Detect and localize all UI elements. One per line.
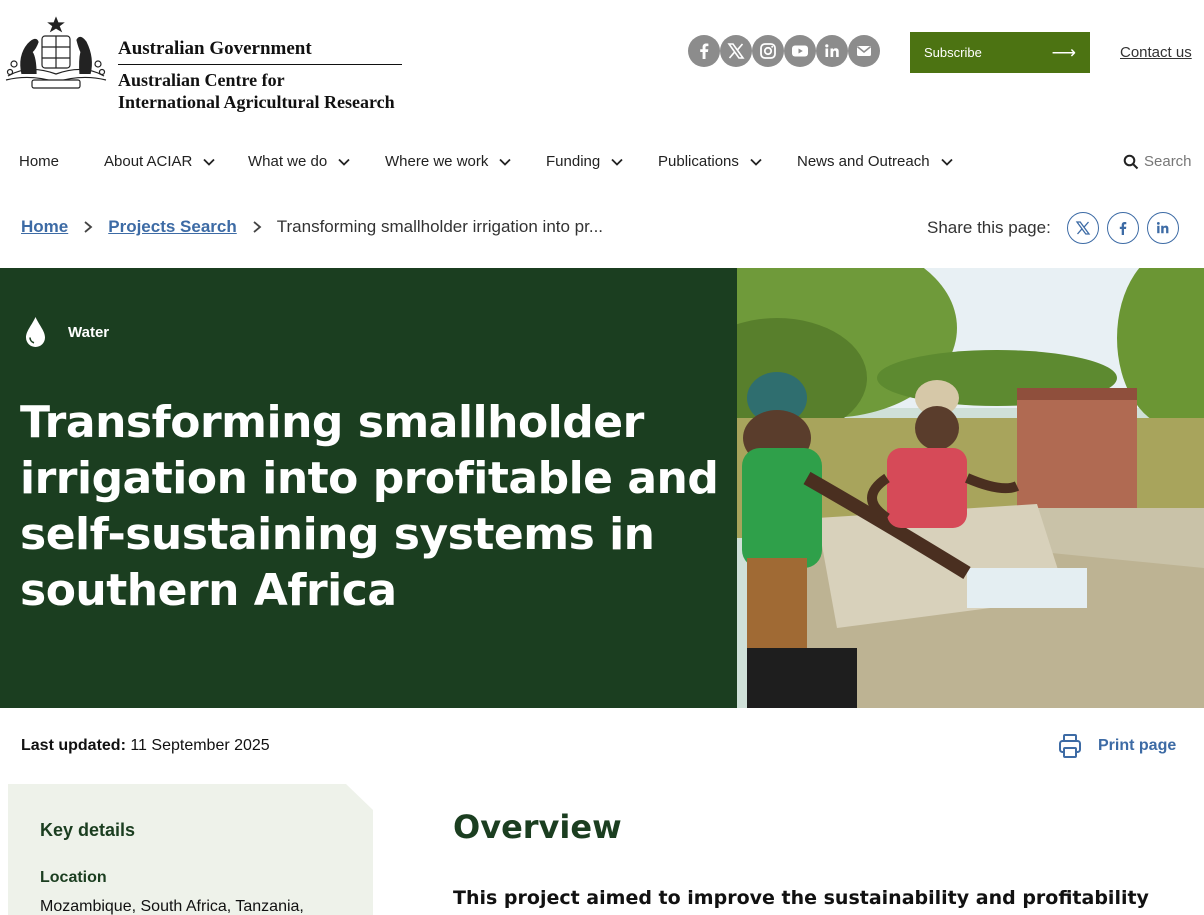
water-drop-icon	[26, 317, 45, 347]
org-name-line1: Australian Centre for	[118, 70, 285, 90]
facebook-icon	[1119, 222, 1127, 235]
print-page-label: Print page	[1098, 737, 1177, 754]
chevron-down-icon	[499, 158, 511, 166]
theme-tag[interactable]: Water	[24, 316, 109, 348]
last-updated-value: 11 September 2025	[130, 737, 270, 754]
aciar-logo[interactable]: Australian Government Australian Centre …	[2, 14, 402, 114]
share-page: Share this page:	[927, 212, 1179, 244]
nav-item-funding[interactable]: Funding	[546, 153, 624, 170]
overview-lead: This project aimed to improve the sustai…	[453, 887, 1149, 909]
breadcrumb: Home Projects Search Transforming smallh…	[21, 217, 603, 237]
facebook-icon[interactable]	[688, 35, 720, 67]
nav-item-publications[interactable]: Publications	[658, 153, 763, 170]
hero-photo	[737, 268, 1204, 708]
share-x-button[interactable]	[1066, 212, 1099, 244]
breadcrumb-projects-link[interactable]: Projects Search	[108, 217, 237, 237]
chevron-down-icon	[203, 158, 216, 166]
chevron-right-icon	[253, 221, 262, 233]
nav-item-label: News and Outreach	[797, 153, 930, 170]
share-linkedin-button[interactable]	[1146, 212, 1179, 244]
farmers-irrigation-photo	[737, 268, 1204, 708]
nav-item-home[interactable]: Home	[19, 153, 59, 170]
share-facebook-button[interactable]	[1106, 212, 1139, 244]
coat-of-arms-icon	[5, 16, 107, 89]
location-label: Location	[40, 869, 107, 886]
key-details-title: Key details	[40, 820, 136, 840]
overview-heading: Overview	[453, 808, 622, 846]
nav-item-label: Home	[19, 153, 60, 170]
search-label: Search	[1144, 153, 1192, 170]
chevron-right-icon	[84, 221, 93, 233]
logo-divider	[118, 64, 402, 65]
chevron-down-icon	[338, 158, 350, 166]
email-icon[interactable]	[848, 35, 880, 67]
main-nav: Home About ACIAR What we do Where we wor…	[0, 150, 1204, 176]
linkedin-icon[interactable]	[816, 35, 848, 67]
chevron-down-icon	[750, 158, 762, 166]
instagram-icon[interactable]	[752, 35, 784, 67]
last-updated: Last updated: 11 September 2025	[21, 737, 270, 755]
nav-item-news-and-outreach[interactable]: News and Outreach	[797, 153, 954, 170]
arrow-right-icon: ⟶	[1051, 42, 1076, 62]
nav-item-label: What we do	[248, 153, 328, 170]
last-updated-label: Last updated:	[21, 737, 126, 754]
key-details-card: Key details Location Mozambique, South A…	[8, 784, 373, 915]
chevron-down-icon	[940, 158, 953, 166]
nav-item-about-aciar[interactable]: About ACIAR	[104, 153, 216, 170]
share-label: Share this page:	[927, 218, 1051, 237]
nav-item-label: Publications	[658, 153, 739, 170]
nav-item-what-we-do[interactable]: What we do	[248, 153, 351, 170]
nav-item-where-we-work[interactable]: Where we work	[385, 153, 512, 170]
social-links	[688, 35, 880, 67]
x-icon[interactable]	[720, 35, 752, 67]
nav-item-label: About ACIAR	[104, 153, 193, 170]
location-value: Mozambique, South Africa, Tanzania,	[40, 898, 304, 915]
nav-item-label: Where we work	[385, 153, 489, 170]
gov-name: Australian Government	[118, 38, 312, 59]
hero-banner: Water Transforming smallholder irrigatio…	[0, 268, 1204, 708]
chevron-down-icon	[611, 158, 623, 166]
print-page-button[interactable]: Print page	[1058, 733, 1176, 759]
nav-item-label: Funding	[546, 153, 601, 170]
contact-us-link[interactable]: Contact us	[1120, 44, 1192, 61]
youtube-icon[interactable]	[784, 35, 816, 67]
page-title: Transforming smallholder irrigation into…	[20, 397, 719, 616]
theme-label: Water	[68, 323, 110, 341]
subscribe-button[interactable]: Subscribe ⟶	[910, 32, 1090, 73]
linkedin-icon	[1156, 222, 1169, 234]
printer-icon	[1059, 734, 1081, 758]
search-icon	[1123, 154, 1139, 169]
hero-panel: Water Transforming smallholder irrigatio…	[0, 268, 737, 708]
x-icon	[1075, 221, 1091, 235]
subscribe-label: Subscribe	[924, 45, 982, 60]
search-button[interactable]: Search	[1123, 153, 1192, 170]
breadcrumb-home-link[interactable]: Home	[21, 217, 68, 237]
org-name-line2: International Agricultural Research	[118, 92, 395, 112]
breadcrumb-current: Transforming smallholder irrigation into…	[276, 217, 604, 236]
